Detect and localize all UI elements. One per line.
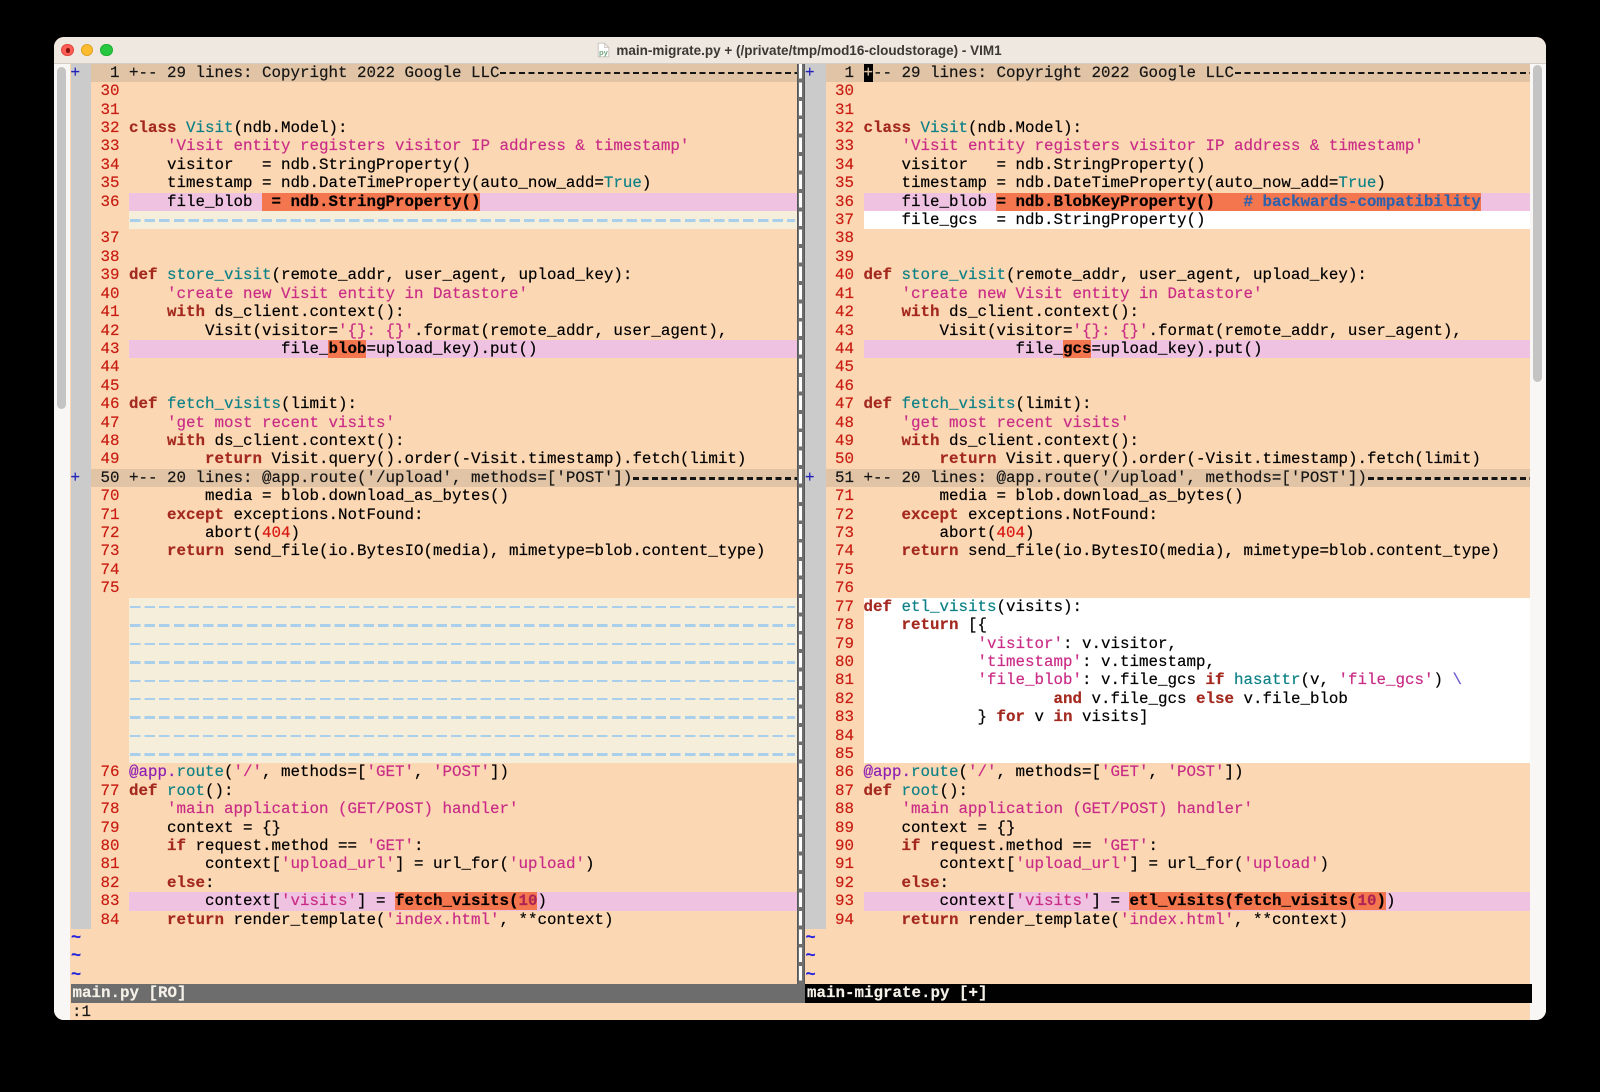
svg-text:py: py [599, 48, 609, 57]
